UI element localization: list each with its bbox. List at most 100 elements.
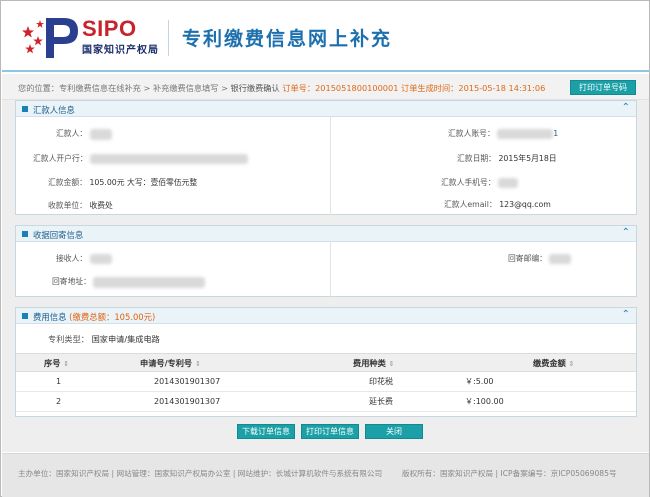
- payer-label: 汇款人：: [56, 129, 88, 138]
- amount-value: 105.00元: [89, 178, 125, 187]
- print-order-number-button[interactable]: 打印订单号码: [570, 80, 636, 95]
- cell-app-no: 2014301901307: [128, 371, 323, 392]
- date-value: 2015年5月18日: [498, 154, 557, 163]
- sort-icon: ⇕: [388, 359, 395, 368]
- table-row: 1 2014301901307 印花税 ￥:5.00: [16, 371, 636, 392]
- cell-kind: 印花税: [323, 371, 451, 392]
- amount-upper-label: 大写：: [127, 178, 151, 187]
- address-redacted: [93, 276, 206, 288]
- breadcrumb-prefix: 您的位置：: [18, 83, 59, 93]
- page-frame: SIPO 国家知识产权局 专利缴费信息网上补充 您的位置：专利缴费信息在线补充 …: [0, 0, 650, 497]
- order-time: 2015-05-18 14:31:06: [458, 83, 546, 93]
- fee-total-label: (缴费总额：: [69, 312, 115, 322]
- amount-row: 汇款金额： 105.00元 大写：壹佰零伍元整: [48, 177, 197, 188]
- receiver-unit-label: 收款单位：: [48, 201, 87, 210]
- payer-row: 汇款人：: [56, 128, 112, 140]
- breadcrumb: 您的位置：专利缴费信息在线补充 > 补充缴费信息填写 > 银行缴费确认 订单号：…: [18, 82, 545, 94]
- cell-no: 1: [16, 371, 128, 392]
- site-footer: 主办单位：国家知识产权局 | 网站管理：国家知识产权局办公室 | 网站维护：长城…: [2, 453, 649, 497]
- payer-bank-row: 汇款人开户行：: [33, 153, 249, 164]
- sipo-logo-icon: [22, 18, 78, 58]
- panel-square-icon: [22, 231, 28, 237]
- payer-bank-redacted: [90, 154, 249, 164]
- postcode-label: 回寄邮编：: [508, 254, 547, 263]
- date-label: 汇款日期：: [457, 154, 496, 163]
- account-label: 汇款人账号：: [448, 129, 495, 138]
- breadcrumb-step-2[interactable]: 补充缴费信息填写: [153, 83, 219, 93]
- order-time-label: 订单生成时间：: [401, 83, 459, 93]
- fee-title-text: 费用信息: [33, 312, 67, 322]
- amount-upper-value: 壹佰零伍元整: [150, 178, 198, 187]
- fee-info-panel: 费用信息 (缴费总额：105.00元) ⌃ 专利类型： 国家申请/集成电路 序号…: [15, 307, 637, 417]
- address-label: 回寄地址：: [52, 277, 91, 286]
- email-value: 123@qq.com: [499, 200, 551, 209]
- email-label: 汇款人email：: [444, 200, 497, 209]
- fee-total-close: ): [152, 312, 156, 322]
- cell-no: 2: [16, 391, 128, 412]
- patent-type-label: 专利类型：: [48, 334, 89, 344]
- cell-amount: ￥:100.00: [451, 391, 636, 412]
- breadcrumb-step-1[interactable]: 专利缴费信息在线补充: [59, 83, 141, 93]
- header-divider: [168, 20, 169, 56]
- table-row: 2 2014301901307 延长费 ￥:100.00: [16, 391, 636, 412]
- column-divider: [330, 242, 331, 297]
- fee-info-title: 费用信息 (缴费总额：105.00元): [33, 311, 155, 323]
- payer-info-title: 汇款人信息: [33, 105, 75, 115]
- account-redacted: [497, 129, 554, 139]
- download-order-button[interactable]: 下载订单信息: [237, 424, 295, 439]
- receipt-info-title: 收据回寄信息: [33, 230, 84, 240]
- patent-type-row: 专利类型： 国家申请/集成电路: [48, 333, 160, 345]
- date-row: 汇款日期： 2015年5月18日: [457, 153, 557, 164]
- account-row: 汇款人账号： 1: [448, 128, 558, 139]
- fee-info-header[interactable]: 费用信息 (缴费总额：105.00元) ⌃: [16, 308, 636, 324]
- column-divider: [330, 117, 331, 215]
- sort-icon: ⇕: [568, 359, 575, 368]
- account-tail: 1: [553, 129, 559, 138]
- cell-app-no: 2014301901307: [128, 391, 323, 412]
- receiver-unit-value: 收费处: [89, 201, 113, 210]
- amount-label: 汇款金额：: [48, 178, 87, 187]
- payer-bank-label: 汇款人开户行：: [33, 154, 88, 163]
- postcode-row: 回寄邮编：: [508, 253, 572, 264]
- collapse-chevron-icon[interactable]: ⌃: [622, 227, 630, 238]
- logo-text-cn: 国家知识产权局: [82, 45, 159, 56]
- site-header: SIPO 国家知识产权局 专利缴费信息网上补充: [2, 2, 649, 72]
- mobile-row: 汇款人手机号：: [441, 177, 519, 188]
- receiver-redacted: [89, 254, 112, 264]
- cell-kind: 延长费: [323, 391, 451, 412]
- close-button[interactable]: 关闭: [365, 424, 423, 439]
- order-no: 2015051800100001: [315, 83, 399, 93]
- sort-icon: ⇕: [194, 359, 201, 368]
- collapse-chevron-icon[interactable]: ⌃: [622, 102, 630, 113]
- breadcrumb-step-3: 银行缴费确认: [230, 83, 280, 93]
- receipt-info-panel: 收据回寄信息 ⌃ 接收人： 回寄地址： 回寄邮编：: [15, 225, 637, 297]
- logo-text-en: SIPO: [82, 16, 137, 41]
- footer-left-text: 主办单位：国家知识产权局 | 网站管理：国家知识产权局办公室 | 网站维护：长城…: [18, 469, 383, 478]
- receiver-label: 接收人：: [56, 254, 88, 263]
- sort-icon: ⇕: [63, 359, 70, 368]
- breadcrumb-sep: >: [143, 83, 151, 93]
- receiver-row: 接收人：: [56, 253, 112, 264]
- col-amount-header[interactable]: 缴费金额 ⇕: [451, 353, 636, 372]
- fee-table: 序号 ⇕ 申请号/专利号 ⇕ 费用种类 ⇕ 缴费金额 ⇕ 1 201430190…: [16, 353, 636, 412]
- col-app-no-header[interactable]: 申请号/专利号 ⇕: [128, 353, 323, 372]
- collapse-chevron-icon[interactable]: ⌃: [622, 309, 630, 320]
- print-order-button[interactable]: 打印订单信息: [301, 424, 359, 439]
- mobile-label: 汇款人手机号：: [441, 178, 496, 187]
- cell-amount: ￥:5.00: [451, 371, 636, 392]
- payer-info-header[interactable]: 汇款人信息 ⌃: [16, 101, 636, 117]
- payer-name-redacted: [89, 128, 112, 140]
- patent-type-value: 国家申请/集成电路: [91, 334, 160, 344]
- postcode-redacted: [549, 254, 572, 264]
- breadcrumb-sep: >: [221, 83, 228, 93]
- page-title: 专利缴费信息网上补充: [182, 28, 393, 50]
- email-row: 汇款人email： 123@qq.com: [444, 199, 551, 210]
- panel-square-icon: [22, 313, 28, 319]
- receipt-info-header[interactable]: 收据回寄信息 ⌃: [16, 226, 636, 242]
- col-kind-header[interactable]: 费用种类 ⇕: [323, 353, 451, 372]
- fee-table-header: 序号 ⇕ 申请号/专利号 ⇕ 费用种类 ⇕ 缴费金额 ⇕: [16, 353, 636, 372]
- panel-square-icon: [22, 106, 28, 112]
- col-no-header[interactable]: 序号 ⇕: [16, 353, 128, 372]
- receiver-unit-row: 收款单位： 收费处: [48, 200, 113, 211]
- order-no-label: 订单号：: [282, 83, 316, 93]
